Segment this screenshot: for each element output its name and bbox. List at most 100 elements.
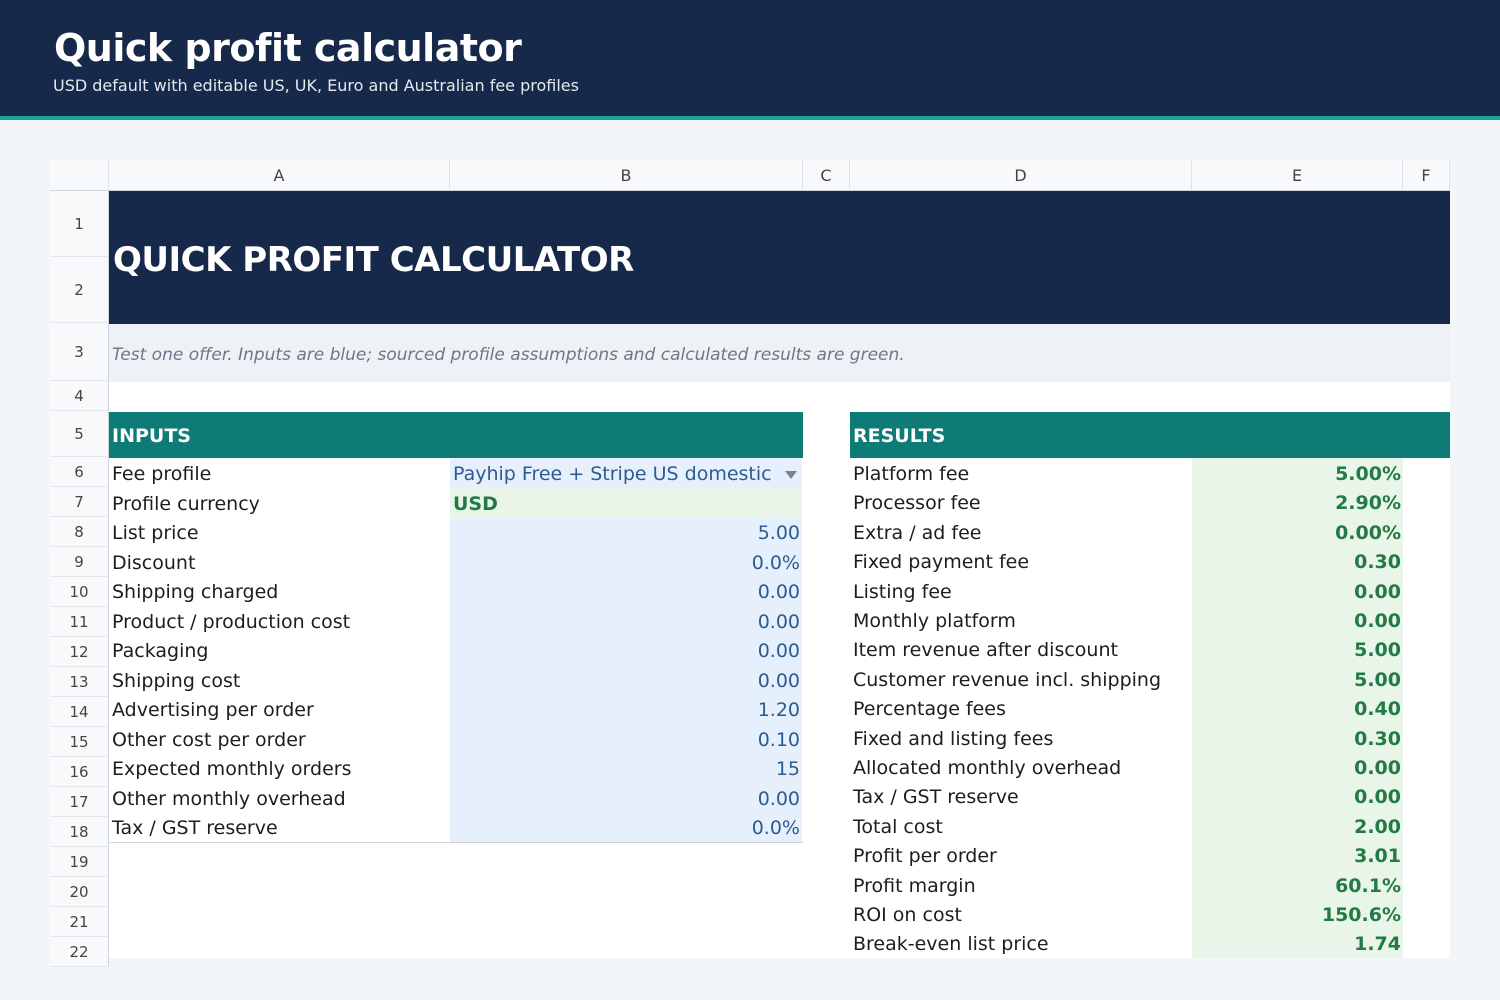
input-value[interactable]: 0.00 <box>450 611 800 633</box>
result-label: Tax / GST reserve <box>853 786 1019 809</box>
row-header-7[interactable]: 7 <box>50 487 109 517</box>
result-label: Platform fee <box>853 463 970 485</box>
result-value[interactable]: 5.00 <box>1192 669 1401 691</box>
row-header-10[interactable]: 10 <box>50 577 109 607</box>
row-header-15[interactable]: 15 <box>50 727 109 757</box>
instructions-note[interactable]: Test one offer. Inputs are blue; sourced… <box>112 345 905 365</box>
row-header-14[interactable]: 14 <box>50 697 109 727</box>
result-value[interactable]: 0.40 <box>1192 698 1401 720</box>
dropdown-arrow-icon[interactable] <box>785 471 797 479</box>
result-label: ROI on cost <box>853 904 962 926</box>
fee-profile-label: Fee profile <box>112 463 212 485</box>
result-value[interactable]: 2.90% <box>1192 492 1401 514</box>
result-value[interactable]: 1.74 <box>1192 933 1401 955</box>
result-value[interactable]: 0.00% <box>1192 522 1401 544</box>
result-value[interactable]: 0.00 <box>1192 610 1401 632</box>
column-header-f[interactable]: F <box>1403 160 1450 191</box>
input-value[interactable]: 0.00 <box>450 788 800 810</box>
row-header-11[interactable]: 11 <box>50 607 109 637</box>
header-accent-line <box>0 116 1500 120</box>
result-label: Profit per order <box>853 845 997 868</box>
result-value[interactable]: 0.30 <box>1192 728 1401 750</box>
result-value[interactable]: 5.00% <box>1192 463 1401 485</box>
row-header-19[interactable]: 19 <box>50 847 109 877</box>
input-label: Tax / GST reserve <box>112 817 278 839</box>
result-label: Customer revenue incl. shipping <box>853 668 1162 691</box>
row-header-22[interactable]: 22 <box>50 937 109 967</box>
row-header-17[interactable]: 17 <box>50 787 109 817</box>
inputs-section-header[interactable]: INPUTS <box>109 412 803 458</box>
result-value[interactable]: 150.6% <box>1192 904 1401 926</box>
result-label: Break-even list price <box>853 933 1049 956</box>
app-header: Quick profit calculator USD default with… <box>0 0 1500 116</box>
input-value[interactable]: 0.00 <box>450 670 800 692</box>
result-value[interactable]: 0.00 <box>1192 786 1401 808</box>
spreadsheet: A B C D E F QUICK PROFIT CALCULATOR Test… <box>50 160 1450 967</box>
row-header-3[interactable]: 3 <box>50 323 109 381</box>
profile-currency-fill <box>450 488 802 518</box>
row-header-6[interactable]: 6 <box>50 457 109 487</box>
result-value[interactable]: 0.00 <box>1192 581 1401 603</box>
column-header-c[interactable]: C <box>803 160 850 191</box>
column-header-b[interactable]: B <box>450 160 803 191</box>
row-header-16[interactable]: 16 <box>50 757 109 787</box>
column-header-d[interactable]: D <box>850 160 1192 191</box>
result-value[interactable]: 0.00 <box>1192 757 1401 779</box>
input-label: Shipping charged <box>112 581 279 603</box>
input-label: Product / production cost <box>112 610 351 633</box>
input-label: Discount <box>112 551 196 574</box>
result-label: Fixed and listing fees <box>853 727 1054 750</box>
result-label: Allocated monthly overhead <box>853 757 1122 779</box>
input-value[interactable]: 0.0% <box>450 552 800 574</box>
input-value[interactable]: 0.00 <box>450 640 800 662</box>
row-header-1[interactable]: 1 <box>50 191 109 257</box>
result-value[interactable]: 2.00 <box>1192 816 1401 838</box>
input-label: Expected monthly orders <box>112 758 352 780</box>
app-title: Quick profit calculator <box>54 26 522 70</box>
column-header-e[interactable]: E <box>1192 160 1403 191</box>
row-header-8[interactable]: 8 <box>50 517 109 547</box>
row-header-2[interactable]: 2 <box>50 257 109 323</box>
input-label: Shipping cost <box>112 669 241 692</box>
input-value[interactable]: 5.00 <box>450 522 800 544</box>
row-header-20[interactable]: 20 <box>50 877 109 907</box>
row-header-13[interactable]: 13 <box>50 667 109 697</box>
input-value[interactable]: 1.20 <box>450 699 800 721</box>
result-label: Extra / ad fee <box>853 521 982 544</box>
result-label: Monthly platform <box>853 610 1016 632</box>
select-all-corner[interactable] <box>50 160 109 191</box>
result-label: Profit margin <box>853 874 976 897</box>
input-value[interactable]: 15 <box>450 758 800 780</box>
profile-currency-label: Profile currency <box>112 493 260 515</box>
row-header-12[interactable]: 12 <box>50 637 109 667</box>
row-header-5[interactable]: 5 <box>50 411 109 457</box>
row-header-18[interactable]: 18 <box>50 817 109 847</box>
result-value[interactable]: 60.1% <box>1192 875 1401 897</box>
row-header-4[interactable]: 4 <box>50 381 109 411</box>
inputs-bottom-border <box>109 842 803 843</box>
input-value[interactable]: 0.0% <box>450 817 800 839</box>
input-label: List price <box>112 522 199 544</box>
input-value[interactable]: 0.10 <box>450 729 800 751</box>
input-label: Other cost per order <box>112 728 306 751</box>
result-label: Total cost <box>853 815 943 838</box>
result-label: Percentage fees <box>853 698 1006 721</box>
result-label: Fixed payment fee <box>853 551 1030 574</box>
fee-profile-dropdown[interactable]: Payhip Free + Stripe US domestic <box>453 463 772 485</box>
app-subtitle: USD default with editable US, UK, Euro a… <box>53 76 579 95</box>
result-value[interactable]: 5.00 <box>1192 639 1401 661</box>
input-label: Other monthly overhead <box>112 787 346 810</box>
row-header-21[interactable]: 21 <box>50 907 109 937</box>
results-section-header[interactable]: RESULTS <box>850 412 1450 458</box>
row-header-9[interactable]: 9 <box>50 547 109 577</box>
result-label: Listing fee <box>853 580 952 603</box>
input-value[interactable]: 0.00 <box>450 581 800 603</box>
input-label: Advertising per order <box>112 699 314 721</box>
input-label: Packaging <box>112 640 209 662</box>
result-value[interactable]: 0.30 <box>1192 551 1401 573</box>
column-header-a[interactable]: A <box>109 160 450 191</box>
profile-currency-value[interactable]: USD <box>453 493 498 515</box>
result-label: Item revenue after discount <box>853 639 1118 662</box>
result-value[interactable]: 3.01 <box>1192 845 1401 867</box>
sheet-title[interactable]: QUICK PROFIT CALCULATOR <box>113 240 634 280</box>
